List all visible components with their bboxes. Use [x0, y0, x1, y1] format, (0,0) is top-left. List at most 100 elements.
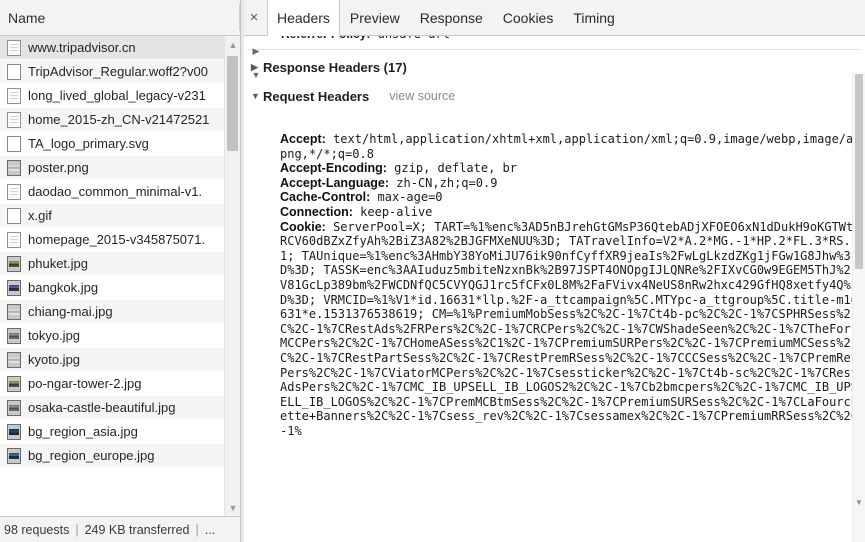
section-request-headers-label: Request Headers [263, 89, 369, 104]
request-row-label: kyoto.jpg [28, 352, 80, 367]
request-row[interactable]: long_lived_global_legacy-v231 [0, 84, 240, 108]
image-file-icon [7, 280, 21, 296]
request-row[interactable]: po-ngar-tower-2.jpg [0, 372, 240, 396]
tab-timing[interactable]: Timing [563, 0, 625, 35]
tab-headers-label: Headers [277, 10, 330, 26]
tab-response[interactable]: Response [410, 0, 493, 35]
request-header-value: zh-CN,zh;q=0.9 [389, 176, 497, 190]
request-row[interactable]: phuket.jpg [0, 252, 240, 276]
request-row-label: long_lived_global_legacy-v231 [28, 88, 206, 103]
request-header-row: Cookie: ServerPool=X; TART=%1%enc%3AD5nB… [280, 220, 859, 439]
request-row-label: TripAdvisor_Regular.woff2?v00 [28, 64, 208, 79]
image-file-icon [7, 256, 21, 272]
stylesheet-icon [7, 112, 21, 128]
request-row-label: tokyo.jpg [28, 328, 80, 343]
request-row-label: poster.png [28, 160, 89, 175]
request-header-name: Accept-Language: [280, 176, 389, 190]
tab-headers[interactable]: Headers [267, 0, 340, 36]
image-file-icon [7, 448, 21, 464]
font-file-icon [7, 64, 21, 80]
requests-list-scrollbar[interactable]: ▲ ▼ [224, 36, 240, 516]
requests-list-scroll-area[interactable]: www.tripadvisor.cn TripAdvisor_Regular.wo… [0, 36, 240, 516]
summary-separator-2: | [190, 523, 205, 537]
network-summary-bar: 98 requests | 249 KB transferred | ... [0, 516, 240, 542]
request-row[interactable]: kyoto.jpg [0, 348, 240, 372]
request-header-name: Accept-Encoding: [280, 161, 387, 175]
request-header-row: Cache-Control: max-age=0 [280, 190, 859, 205]
request-row-label: bg_region_asia.jpg [28, 424, 138, 439]
request-header-name: Cache-Control: [280, 190, 370, 204]
section-request-headers[interactable]: ▼ Request Headers view source [241, 85, 865, 107]
request-header-row: Accept-Encoding: gzip, deflate, br [280, 161, 859, 176]
script-icon [7, 184, 21, 200]
image-file-icon [7, 376, 21, 392]
chevron-down-icon[interactable]: ▼ [251, 91, 263, 101]
request-row[interactable]: www.tripadvisor.cn [0, 36, 240, 60]
referrer-policy-value: unsafe-url [370, 36, 449, 41]
stylesheet-icon [7, 88, 21, 104]
image-file-icon [7, 352, 21, 368]
request-header-row: Accept: text/html,application/xhtml+xml,… [280, 132, 859, 161]
request-header-name: Cookie: [280, 220, 326, 234]
headers-scroll-down-icon[interactable]: ▼ [853, 496, 865, 508]
image-file-icon [7, 160, 21, 176]
script-icon [7, 232, 21, 248]
request-row-label: homepage_2015-v345875071. [28, 232, 205, 247]
request-row[interactable]: bg_region_europe.jpg [0, 444, 240, 468]
request-headers-list: Accept: text/html,application/xhtml+xml,… [241, 132, 865, 542]
pane-divider[interactable] [241, 0, 244, 542]
image-file-icon [7, 328, 21, 344]
transferred-size: 249 KB transferred [85, 523, 190, 537]
request-row-label: bg_region_europe.jpg [28, 448, 155, 463]
request-details-pane: × Headers Preview Response Cookies Timin… [241, 0, 865, 542]
pane-expand-down-icon[interactable]: ▼ [248, 70, 264, 80]
pane-expand-right-icon[interactable]: ▶ [248, 46, 264, 57]
headers-scrollbar[interactable]: ▼ [852, 72, 865, 542]
request-row[interactable]: TripAdvisor_Regular.woff2?v00 [0, 60, 240, 84]
request-row-label: x.gif [28, 208, 52, 223]
section-response-headers-label: Response Headers (17) [263, 60, 407, 75]
column-divider [239, 4, 240, 31]
request-row[interactable]: tokyo.jpg [0, 324, 240, 348]
request-row[interactable]: x.gif [0, 204, 240, 228]
request-row-label: home_2015-zh_CN-v21472521 [28, 112, 209, 127]
scroll-down-arrow-icon[interactable]: ▼ [225, 499, 240, 516]
request-row-label: bangkok.jpg [28, 280, 98, 295]
request-row-label: osaka-castle-beautiful.jpg [28, 400, 175, 415]
request-row-label: www.tripadvisor.cn [28, 40, 136, 55]
request-row-label: daodao_common_minimal-v1. [28, 184, 202, 199]
request-header-name: Accept: [280, 132, 326, 146]
section-response-headers[interactable]: ▶ Response Headers (17) [241, 56, 865, 78]
document-icon [7, 40, 21, 56]
request-header-value: ServerPool=X; TART=%1%enc%3AD5nBJrehGtGM… [280, 220, 858, 438]
request-header-value: max-age=0 [370, 190, 442, 204]
request-row[interactable]: chiang-mai.jpg [0, 300, 240, 324]
tab-preview[interactable]: Preview [340, 0, 410, 35]
headers-scrollbar-thumb[interactable] [855, 74, 863, 269]
request-row[interactable]: poster.png [0, 156, 240, 180]
column-header-name[interactable]: Name [0, 0, 240, 36]
scroll-up-arrow-icon[interactable]: ▲ [225, 36, 240, 53]
close-icon[interactable]: × [241, 0, 267, 35]
requests-list: www.tripadvisor.cn TripAdvisor_Regular.wo… [0, 36, 240, 516]
image-file-icon [7, 400, 21, 416]
headers-content: Referrer Policy: unsafe-url ▶ Response H… [241, 36, 865, 542]
request-row-label: chiang-mai.jpg [28, 304, 113, 319]
request-row[interactable]: bg_region_asia.jpg [0, 420, 240, 444]
tab-cookies[interactable]: Cookies [493, 0, 564, 35]
view-source-link[interactable]: view source [389, 89, 455, 103]
request-header-value: text/html,application/xhtml+xml,applicat… [280, 132, 853, 161]
request-row[interactable]: home_2015-zh_CN-v21472521 [0, 108, 240, 132]
scrollbar-thumb[interactable] [227, 56, 238, 151]
request-row[interactable]: daodao_common_minimal-v1. [0, 180, 240, 204]
request-row[interactable]: bangkok.jpg [0, 276, 240, 300]
request-row-label: po-ngar-tower-2.jpg [28, 376, 141, 391]
request-row[interactable]: homepage_2015-v345875071. [0, 228, 240, 252]
request-row[interactable]: TA_logo_primary.svg [0, 132, 240, 156]
request-row-label: phuket.jpg [28, 256, 88, 271]
tab-timing-label: Timing [573, 10, 615, 26]
request-row[interactable]: osaka-castle-beautiful.jpg [0, 396, 240, 420]
tab-response-label: Response [420, 10, 483, 26]
referrer-policy-name: Referrer Policy: [281, 36, 370, 41]
request-row-label: TA_logo_primary.svg [28, 136, 149, 151]
